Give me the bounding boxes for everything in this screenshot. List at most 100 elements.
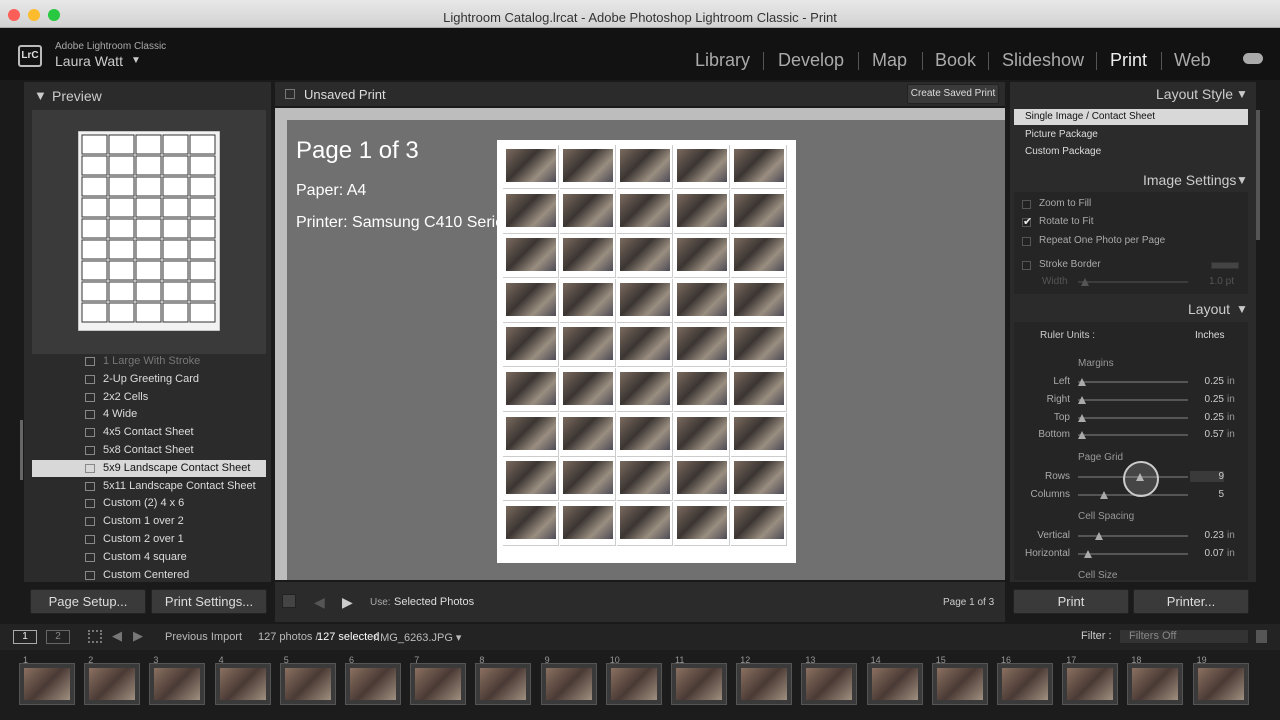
template-item[interactable]: Custom 1 over 2 — [32, 513, 266, 530]
slider-thumb[interactable] — [1100, 490, 1108, 499]
filmstrip-thumbnail[interactable] — [866, 663, 923, 705]
slider-track[interactable] — [1078, 381, 1188, 383]
second-window-button[interactable]: 2 — [46, 630, 70, 644]
width-slider-track[interactable] — [1078, 281, 1188, 283]
slider-value[interactable]: 0.07 — [1190, 548, 1224, 559]
template-item[interactable]: Custom (2) 4 x 6 — [32, 495, 266, 512]
right-panel-scrollbar[interactable] — [1256, 110, 1260, 240]
slider-value[interactable]: 0.23 — [1190, 530, 1224, 541]
slider-value[interactable]: 0.25 — [1190, 394, 1224, 405]
template-item[interactable]: Custom Centered — [32, 567, 266, 584]
template-item[interactable]: 2-Up Greeting Card — [32, 371, 266, 388]
checkbox[interactable] — [1022, 200, 1031, 209]
filter-lock-icon[interactable] — [1256, 630, 1267, 643]
template-icon — [85, 463, 95, 473]
slider-value[interactable]: 0.57 — [1190, 429, 1224, 440]
filmstrip-thumbnail[interactable] — [84, 663, 141, 705]
filmstrip-thumbnail[interactable] — [279, 663, 336, 705]
page-setup-button[interactable]: Page Setup... — [30, 589, 146, 614]
slider-track[interactable] — [1078, 416, 1188, 419]
template-item[interactable]: Custom 2 over 1 — [32, 531, 266, 548]
template-item[interactable]: 4x5 Contact Sheet — [32, 424, 266, 441]
template-item[interactable]: 4 Wide — [32, 406, 266, 423]
layout-title[interactable]: Layout — [1188, 301, 1230, 317]
filmstrip-thumbnail[interactable] — [931, 663, 988, 705]
user-menu-arrow-icon[interactable]: ▼ — [131, 55, 141, 66]
template-item[interactable]: 2x2 Cells — [32, 389, 266, 406]
checkbox[interactable] — [1022, 237, 1031, 246]
preview-collapse-icon[interactable]: ▼ — [34, 88, 47, 103]
print-button[interactable]: Print — [1013, 589, 1129, 614]
slider-thumb[interactable] — [1078, 431, 1086, 440]
slider-thumb[interactable] — [1083, 549, 1092, 558]
next-page-icon[interactable]: ▶ — [342, 594, 353, 611]
ruler-units-select[interactable]: Inches — [1195, 330, 1224, 341]
stop-icon[interactable] — [282, 594, 296, 608]
slider-value[interactable]: 5 — [1190, 489, 1224, 500]
module-print[interactable]: Print — [1110, 50, 1147, 71]
layout-style-option[interactable]: Picture Package — [1014, 127, 1248, 143]
source-label[interactable]: Previous Import — [165, 631, 242, 643]
slider-track[interactable] — [1078, 552, 1188, 555]
filmstrip-thumbnail[interactable] — [605, 663, 662, 705]
filmstrip-thumbnail[interactable] — [410, 663, 467, 705]
left-panel-scrollbar[interactable] — [20, 420, 23, 480]
slider-thumb[interactable] — [1078, 395, 1086, 404]
layout-style-title[interactable]: Layout Style — [1156, 86, 1233, 102]
layout-style-collapse-icon[interactable]: ▼ — [1236, 87, 1248, 101]
current-file[interactable]: /IMG_6263.JPG ▾ — [374, 631, 461, 644]
filmstrip-thumbnail[interactable] — [1192, 663, 1249, 705]
layout-style-option[interactable]: Custom Package — [1014, 144, 1248, 160]
module-web[interactable]: Web — [1174, 50, 1211, 71]
width-slider-thumb[interactable] — [1081, 278, 1089, 286]
template-item[interactable]: Custom 4 square — [32, 549, 266, 566]
image-settings-collapse-icon[interactable]: ▼ — [1236, 173, 1248, 187]
use-selector[interactable]: Selected Photos — [394, 596, 474, 608]
image-settings-title[interactable]: Image Settings — [1143, 172, 1236, 188]
module-library[interactable]: Library — [695, 50, 750, 71]
template-item[interactable]: 5x11 Landscape Contact Sheet — [32, 478, 266, 495]
main-window-button[interactable]: 1 — [13, 630, 37, 644]
layout-collapse-icon[interactable]: ▼ — [1236, 302, 1248, 316]
module-book[interactable]: Book — [935, 50, 976, 71]
back-arrow-icon[interactable]: ◀ — [112, 628, 122, 644]
filmstrip-thumbnail[interactable] — [671, 663, 727, 705]
forward-arrow-icon[interactable]: ▶ — [133, 628, 143, 644]
slider-track[interactable] — [1078, 434, 1188, 437]
filmstrip-thumbnail[interactable] — [19, 663, 75, 705]
preview-panel-title[interactable]: Preview — [52, 88, 102, 104]
template-item[interactable]: 1 Large With Stroke — [32, 353, 266, 370]
print-settings-button[interactable]: Print Settings... — [151, 589, 267, 614]
module-slideshow[interactable]: Slideshow — [1002, 50, 1084, 71]
printer-button[interactable]: Printer... — [1133, 589, 1249, 614]
template-item[interactable]: 5x9 Landscape Contact Sheet — [32, 459, 266, 477]
slider-thumb[interactable] — [1078, 378, 1086, 386]
filmstrip-thumbnail[interactable] — [1062, 663, 1119, 705]
slider-thumb[interactable] — [1078, 413, 1086, 422]
filmstrip-thumbnail[interactable] — [214, 663, 271, 705]
slider-value[interactable]: 0.25 — [1190, 376, 1224, 387]
module-map[interactable]: Map — [872, 50, 907, 71]
layout-style-option[interactable]: Single Image / Contact Sheet — [1014, 109, 1248, 125]
previous-page-icon[interactable]: ◀ — [314, 594, 325, 611]
slider-value[interactable]: 9 — [1190, 471, 1224, 482]
slider-thumb[interactable] — [1094, 532, 1103, 540]
stroke-color-swatch[interactable] — [1211, 262, 1239, 269]
checkbox[interactable] — [1022, 261, 1031, 270]
cloud-icon[interactable] — [1243, 53, 1263, 64]
filmstrip-thumbnail[interactable] — [540, 663, 597, 705]
filmstrip-thumbnail[interactable] — [997, 663, 1053, 705]
filmstrip-thumbnail[interactable] — [345, 663, 401, 705]
filmstrip-thumbnail[interactable] — [736, 663, 793, 705]
grid-view-icon[interactable] — [88, 630, 102, 643]
create-saved-print-button[interactable]: Create Saved Print — [907, 84, 999, 104]
slider-value[interactable]: 0.25 — [1190, 412, 1224, 423]
slider-track[interactable] — [1078, 398, 1188, 401]
template-item[interactable]: 5x8 Contact Sheet — [32, 442, 266, 459]
filmstrip-thumbnail[interactable] — [149, 663, 206, 705]
filmstrip-thumbnail[interactable] — [1127, 663, 1184, 705]
module-develop[interactable]: Develop — [778, 50, 844, 71]
filmstrip-thumbnail[interactable] — [475, 663, 532, 705]
filmstrip-thumbnail[interactable] — [801, 663, 858, 705]
filter-select[interactable]: Filters Off — [1119, 629, 1249, 644]
